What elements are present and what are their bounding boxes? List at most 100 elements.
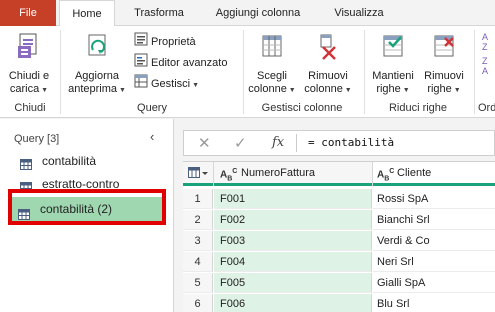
tab-home[interactable]: Home bbox=[59, 0, 115, 27]
group-divider bbox=[243, 30, 244, 114]
properties-icon bbox=[134, 32, 148, 52]
formula-bar: ✕ ✓ fx = contabilità bbox=[183, 130, 495, 156]
main-area: ✕ ✓ fx = contabilità ABC NumeroFattura A… bbox=[183, 119, 495, 312]
tab-visualizza[interactable]: Visualizza bbox=[327, 0, 391, 26]
aggiorna-anteprima-button[interactable]: Aggiorna anteprima ▼ bbox=[66, 32, 128, 97]
fx-icon[interactable]: fx bbox=[272, 135, 284, 150]
rimuovi-righe-label-2: righe bbox=[427, 83, 452, 95]
sort-descending-icon: ZA bbox=[482, 56, 489, 74]
cell-numerofattura[interactable]: F006 bbox=[214, 294, 372, 312]
scegli-colonne-label-2: colonne bbox=[248, 83, 287, 95]
cell-cliente[interactable]: Verdi & Co bbox=[373, 231, 495, 251]
queries-header: Query [3] bbox=[14, 133, 60, 145]
manage-icon bbox=[134, 74, 148, 94]
keep-rows-icon bbox=[367, 32, 419, 66]
editor-avanzato-button[interactable]: Editor avanzato bbox=[134, 53, 227, 71]
sort-ascending-button[interactable]: AZ bbox=[482, 32, 495, 50]
scegli-colonne-button[interactable]: Scegli colonne ▼ bbox=[246, 32, 298, 97]
tab-file[interactable]: File bbox=[0, 0, 56, 26]
column-header-numerofattura[interactable]: ABC NumeroFattura ▼ bbox=[214, 162, 399, 186]
rimuovi-colonne-label-1: Rimuovi bbox=[308, 70, 348, 82]
mantieni-righe-label-1: Mantieni bbox=[372, 70, 414, 82]
remove-columns-icon bbox=[302, 32, 354, 66]
column-name: Cliente bbox=[397, 167, 432, 179]
cell-cliente[interactable]: Neri Srl bbox=[373, 252, 495, 272]
column-name: NumeroFattura bbox=[241, 167, 315, 179]
cancel-icon[interactable]: ✕ bbox=[198, 134, 211, 152]
group-divider bbox=[60, 30, 61, 114]
chevron-down-icon: ▼ bbox=[286, 87, 296, 94]
data-grid: ABC NumeroFattura ▼ ABC Cliente 1 F001 R… bbox=[183, 161, 495, 312]
advanced-editor-icon bbox=[134, 53, 148, 73]
table-menu-icon bbox=[188, 167, 208, 178]
gestisci-button[interactable]: Gestisci ▼ bbox=[134, 74, 199, 92]
proprieta-label: Proprietà bbox=[151, 35, 196, 48]
ribbon: Chiudi e carica ▼ Chiudi Aggiorna antepr… bbox=[0, 26, 495, 118]
row-number[interactable]: 6 bbox=[183, 294, 213, 312]
editor-avanzato-label: Editor avanzato bbox=[151, 56, 228, 69]
chiudi-e-carica-label-1: Chiudi e bbox=[8, 70, 50, 82]
row-number[interactable]: 5 bbox=[183, 273, 213, 293]
tab-aggiungi-colonna[interactable]: Aggiungi colonna bbox=[198, 0, 318, 26]
formula-separator bbox=[296, 134, 297, 152]
sort-descending-button[interactable]: ZA bbox=[482, 56, 495, 74]
choose-columns-icon bbox=[246, 32, 298, 66]
table-icon bbox=[20, 156, 32, 176]
text-type-icon[interactable]: ABC bbox=[220, 168, 237, 182]
row-number[interactable]: 2 bbox=[183, 210, 213, 230]
query-item-label: contabilità bbox=[42, 154, 97, 168]
formula-input[interactable]: = contabilità bbox=[308, 136, 394, 149]
highlight-box bbox=[8, 189, 166, 225]
group-label-query: Query bbox=[137, 102, 167, 114]
row-number[interactable]: 3 bbox=[183, 231, 213, 251]
cell-numerofattura[interactable]: F001 bbox=[214, 189, 372, 209]
group-label-gestisci-colonne: Gestisci colonne bbox=[261, 102, 343, 114]
chevron-down-icon: ▼ bbox=[451, 87, 461, 94]
group-label-chiudi: Chiudi bbox=[14, 102, 46, 114]
group-divider bbox=[474, 30, 475, 114]
aggiorna-label-1: Aggiorna bbox=[74, 70, 120, 82]
rimuovi-colonne-label-2: colonne bbox=[304, 83, 343, 95]
rimuovi-righe-label-1: Rimuovi bbox=[424, 70, 464, 82]
text-type-icon[interactable]: ABC bbox=[377, 168, 394, 182]
power-query-editor: File Home Trasforma Aggiungi colonna Vis… bbox=[0, 0, 495, 312]
rimuovi-colonne-button[interactable]: Rimuovi colonne ▼ bbox=[302, 32, 354, 97]
cell-cliente[interactable]: Bianchi Srl bbox=[373, 210, 495, 230]
ribbon-tab-bar: File Home Trasforma Aggiungi colonna Vis… bbox=[0, 0, 495, 27]
chiudi-e-carica-label-2: carica bbox=[9, 83, 40, 95]
rimuovi-righe-button[interactable]: Rimuovi righe ▼ bbox=[420, 32, 468, 97]
mantieni-righe-button[interactable]: Mantieni righe ▼ bbox=[367, 32, 419, 97]
row-number[interactable]: 4 bbox=[183, 252, 213, 272]
sort-ascending-icon: AZ bbox=[482, 32, 489, 50]
group-label-riduci-righe: Riduci righe bbox=[388, 102, 448, 114]
refresh-icon bbox=[66, 32, 128, 66]
query-item-contabilita[interactable]: contabilità bbox=[14, 151, 164, 171]
table-menu-header[interactable] bbox=[183, 162, 213, 186]
chevron-down-icon: ▼ bbox=[117, 87, 126, 94]
chevron-down-icon: ▼ bbox=[190, 81, 199, 89]
collapse-pane-icon[interactable]: ‹ bbox=[150, 129, 154, 144]
cell-cliente[interactable]: Gialli SpA bbox=[373, 273, 495, 293]
cell-numerofattura[interactable]: F002 bbox=[214, 210, 372, 230]
row-number[interactable]: 1 bbox=[183, 189, 213, 209]
gestisci-label: Gestisci bbox=[151, 77, 191, 90]
cell-numerofattura[interactable]: F004 bbox=[214, 252, 372, 272]
group-label-ordina: Ord bbox=[478, 102, 495, 114]
queries-pane: Query [3] ‹ contabilità estratto-contro … bbox=[0, 119, 174, 312]
column-header-cliente[interactable]: ABC Cliente bbox=[373, 162, 495, 186]
chevron-down-icon: ▼ bbox=[39, 87, 49, 94]
close-and-load-icon bbox=[6, 32, 52, 66]
cell-cliente[interactable]: Blu Srl bbox=[373, 294, 495, 312]
remove-rows-icon bbox=[420, 32, 468, 66]
check-icon[interactable]: ✓ bbox=[234, 134, 247, 152]
aggiorna-label-2: anteprima bbox=[68, 83, 118, 95]
tab-trasforma[interactable]: Trasforma bbox=[128, 0, 190, 26]
scegli-colonne-label-1: Scegli bbox=[257, 70, 287, 82]
mantieni-righe-label-2: righe bbox=[376, 83, 401, 95]
cell-numerofattura[interactable]: F005 bbox=[214, 273, 372, 293]
cell-numerofattura[interactable]: F003 bbox=[214, 231, 372, 251]
proprieta-button[interactable]: Proprietà bbox=[134, 32, 196, 50]
cell-cliente[interactable]: Rossi SpA bbox=[373, 189, 495, 209]
chevron-down-icon: ▼ bbox=[342, 87, 352, 94]
chiudi-e-carica-button[interactable]: Chiudi e carica ▼ bbox=[6, 32, 52, 97]
